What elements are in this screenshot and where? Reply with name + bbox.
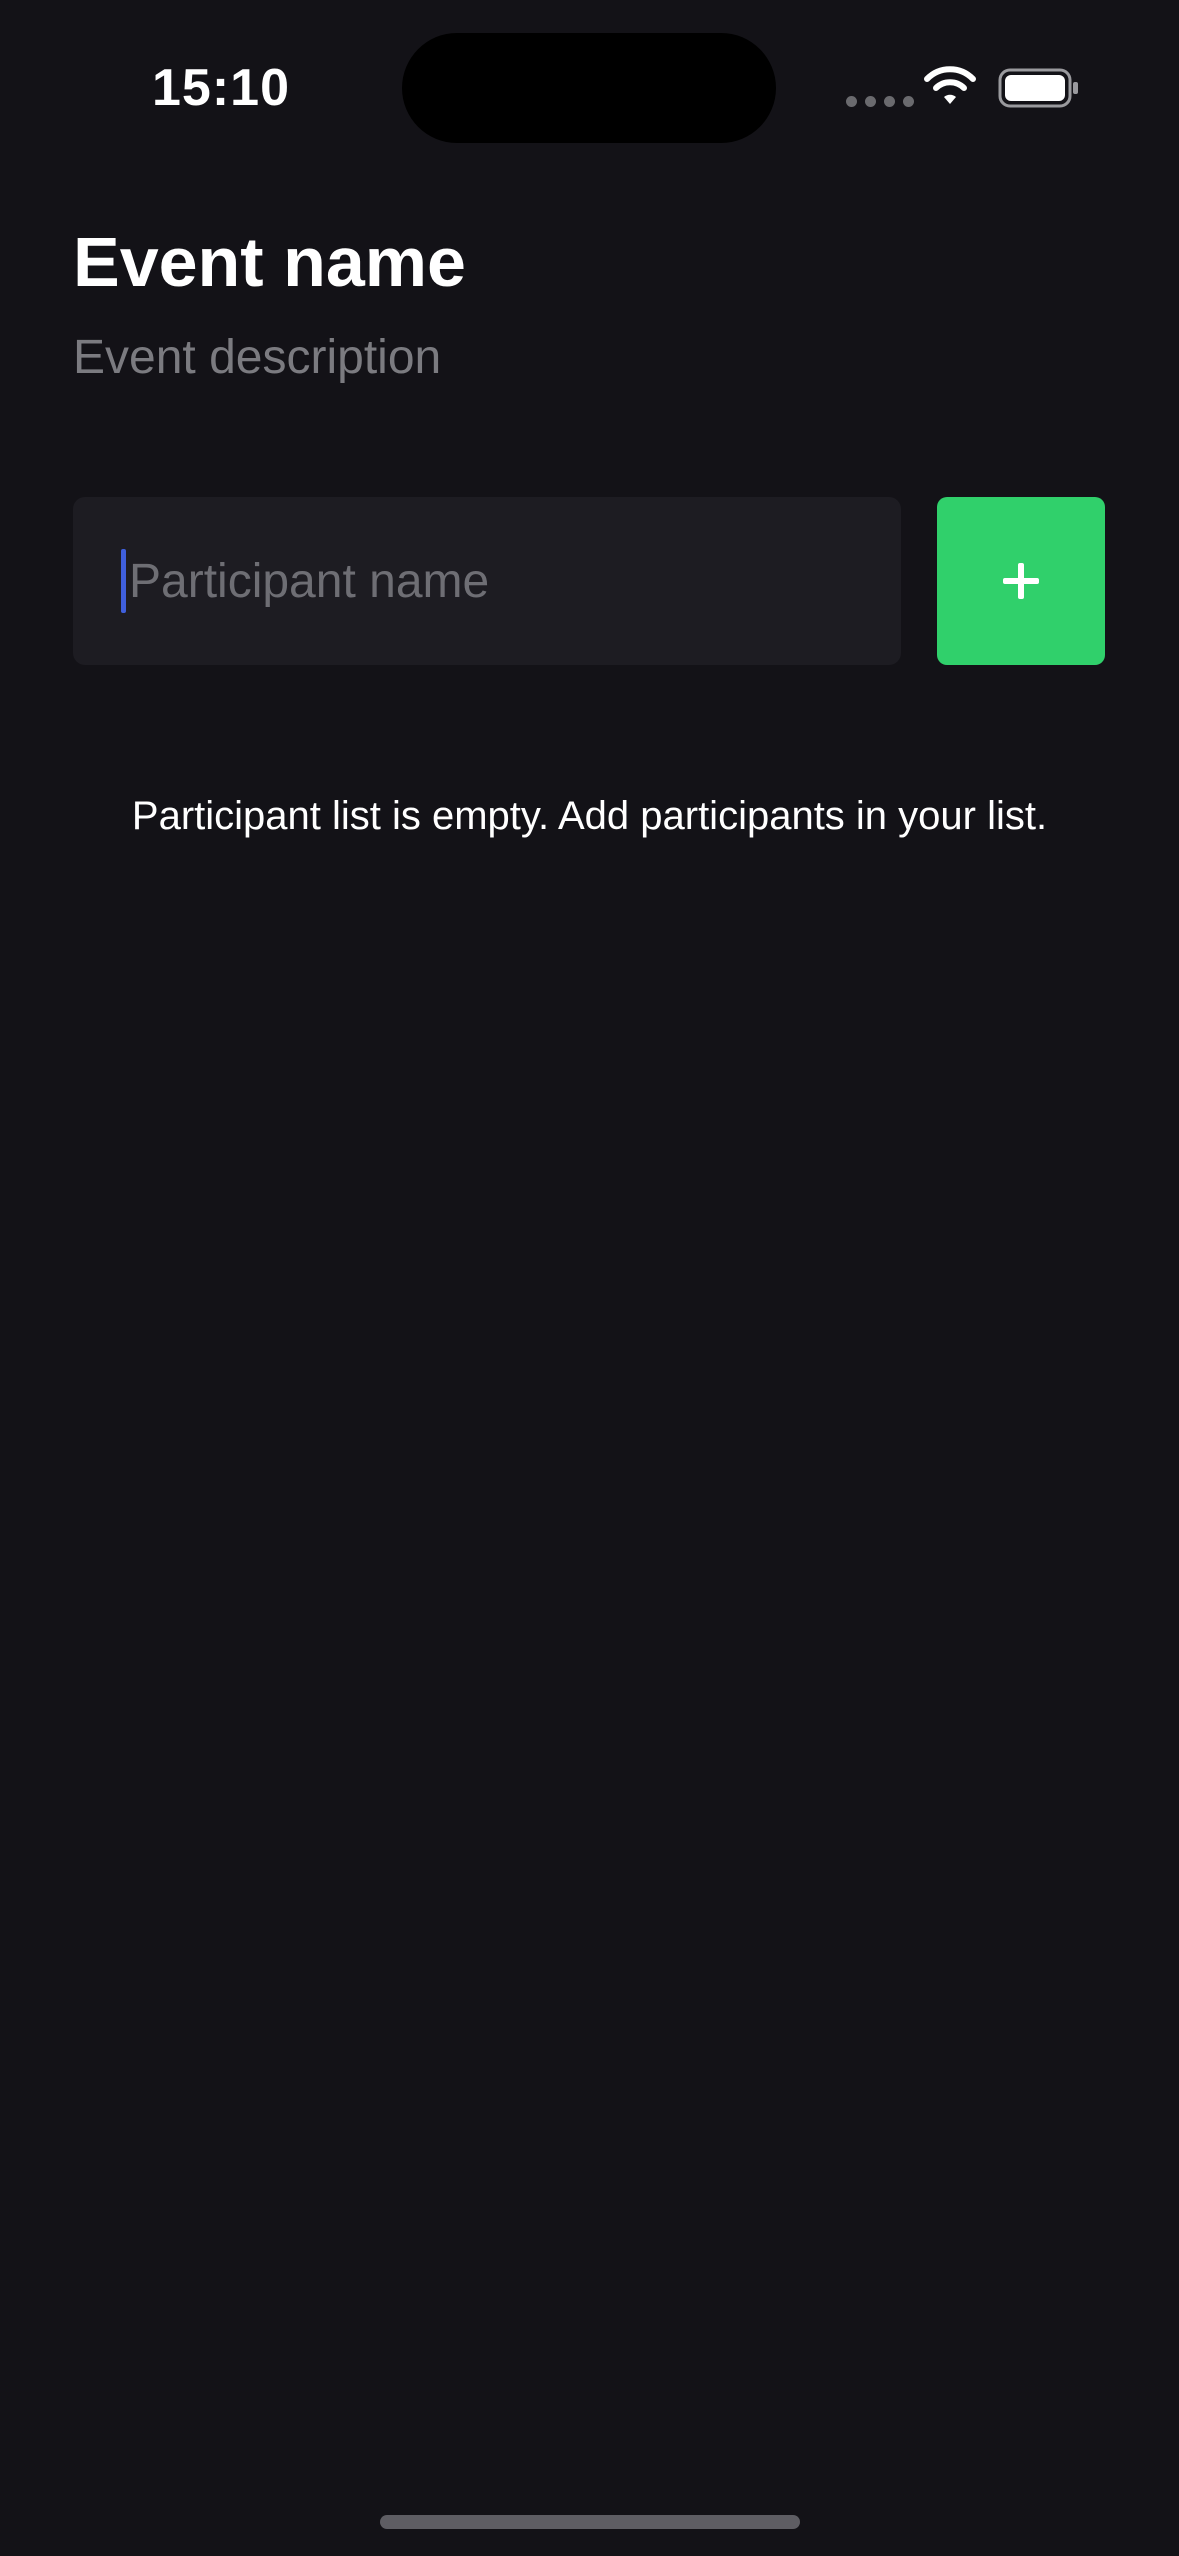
add-participant-button[interactable] bbox=[937, 497, 1105, 665]
battery-icon bbox=[998, 68, 1078, 108]
dynamic-island bbox=[402, 33, 776, 143]
event-name-title: Event name bbox=[73, 223, 466, 301]
empty-list-message: Participant list is empty. Add participa… bbox=[131, 794, 1048, 838]
wifi-icon bbox=[924, 66, 976, 104]
plus-icon bbox=[1003, 563, 1039, 599]
home-indicator[interactable] bbox=[380, 2515, 800, 2529]
participant-name-input[interactable] bbox=[121, 497, 881, 665]
signal-dots-icon bbox=[846, 96, 914, 107]
text-caret bbox=[121, 549, 126, 613]
status-time: 15:10 bbox=[152, 59, 290, 117]
event-description: Event description bbox=[73, 331, 442, 384]
participant-input-container[interactable] bbox=[73, 497, 901, 665]
